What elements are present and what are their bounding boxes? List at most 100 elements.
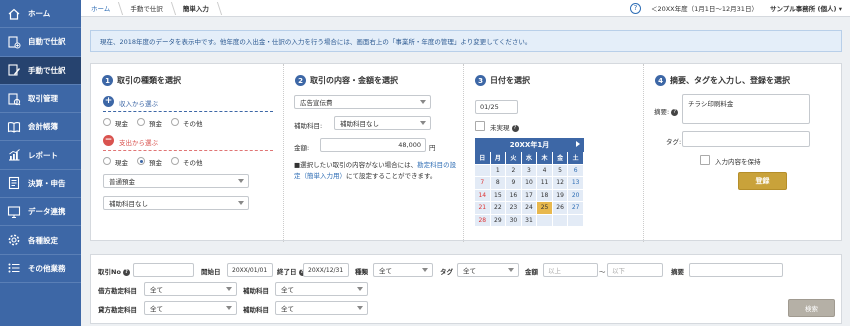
calendar-day[interactable]: 15 (490, 189, 507, 202)
calendar-day[interactable]: 23 (506, 202, 522, 215)
calendar-header: 20XX年1月 (475, 138, 584, 152)
income-radio-other[interactable] (171, 118, 179, 126)
year-selector[interactable]: ＜20XX年度（1月1日〜12月31日） (651, 3, 758, 13)
calendar-day[interactable]: 30 (506, 214, 522, 227)
sidebar-item-manual-journal[interactable]: 手動で仕訳 (0, 56, 81, 85)
sidebar-item-auto-journal[interactable]: 自動で仕訳 (0, 28, 81, 57)
calendar-day[interactable]: 9 (506, 177, 522, 190)
help-icon[interactable]: ? (629, 2, 641, 14)
calendar-day[interactable]: 17 (521, 189, 538, 202)
credit-account-select[interactable]: 全て (144, 301, 237, 315)
income-radio-deposit[interactable] (137, 118, 145, 126)
expense-radio-other[interactable] (171, 157, 179, 165)
sidebar-item-label: 各種設定 (28, 235, 58, 245)
breadcrumb-home[interactable]: ホーム (81, 0, 120, 17)
sidebar-item-other-tasks[interactable]: その他業務 (0, 255, 81, 283)
sidebar-item-settings[interactable]: 各種設定 (0, 226, 81, 255)
sidebar-item-label: 手動で仕訳 (28, 65, 66, 75)
calendar-day[interactable]: 4 (537, 164, 553, 177)
amount-max-input[interactable]: 以下 (607, 263, 663, 277)
search-button[interactable]: 検索 (788, 299, 835, 317)
income-radio-cash[interactable] (103, 118, 111, 126)
content-select[interactable]: 広告宣伝費 (294, 95, 431, 109)
type-select[interactable]: 全て (373, 263, 433, 277)
auto-journal-icon (6, 35, 22, 49)
next-month-icon[interactable] (576, 141, 580, 147)
end-date-input[interactable]: 20XX/12/31 (303, 263, 349, 277)
tag-select-value: 全て (463, 267, 476, 275)
calendar-day[interactable]: 25 (537, 202, 553, 215)
calendar-day[interactable]: 20 (568, 189, 584, 202)
calendar-day[interactable]: 18 (537, 189, 553, 202)
debit-sub-select[interactable]: 全て (275, 282, 368, 296)
tag-label-text: タグ: (666, 138, 682, 146)
start-date-input[interactable]: 20XX/01/01 (227, 263, 273, 277)
office-selector[interactable]: サンプル事務所 (個人) ▾ (770, 3, 842, 13)
sub-select[interactable]: 補助科目なし (334, 116, 431, 130)
tag-input[interactable] (682, 131, 810, 147)
weekday-label: 月 (490, 152, 507, 165)
calendar-day[interactable]: 29 (490, 214, 507, 227)
unrealized-checkbox[interactable] (475, 121, 485, 131)
calendar-day[interactable]: 16 (506, 189, 522, 202)
calendar-empty-cell (552, 214, 569, 227)
keep-input-checkbox[interactable] (700, 155, 710, 165)
memo-input[interactable]: チラシ印刷料金 (682, 94, 810, 124)
expense-option-other: その他 (183, 159, 203, 167)
filter-memo-input[interactable] (689, 263, 783, 277)
expense-minus-icon[interactable]: − (103, 135, 114, 146)
chevron-down-icon (508, 268, 514, 272)
calendar-day[interactable]: 8 (490, 177, 507, 190)
calendar-day[interactable]: 3 (521, 164, 538, 177)
amount-input[interactable]: 48,000 (320, 138, 426, 152)
account-select[interactable]: 普通預金 (103, 174, 249, 188)
breadcrumb-manual-journal[interactable]: 手動で仕訳 (120, 0, 173, 17)
sidebar-item-ledger[interactable]: 会計帳簿 (0, 113, 81, 142)
calendar-day[interactable]: 28 (475, 214, 491, 227)
income-plus-icon[interactable]: + (103, 96, 114, 107)
unrealized-label: 未実現? (490, 122, 519, 132)
amount-min-input[interactable]: 以上 (543, 263, 598, 277)
help-icon[interactable]: ? (671, 108, 679, 116)
sub-account-select[interactable]: 補助科目なし (103, 196, 249, 210)
expense-radio-deposit[interactable] (137, 157, 145, 165)
income-label[interactable]: 収入から選ぶ (119, 98, 158, 108)
sidebar-item-report[interactable]: レポート (0, 141, 81, 170)
tag-select[interactable]: 全て (457, 263, 519, 277)
date-input[interactable]: 01/25 (475, 100, 518, 114)
calendar-week: 14 15 16 17 18 19 20 (475, 189, 584, 202)
calendar-day[interactable]: 6 (568, 164, 584, 177)
step3-title-text: 日付を選択 (490, 76, 530, 85)
register-button[interactable]: 登録 (738, 172, 787, 190)
help-icon[interactable]: ? (511, 124, 519, 132)
credit-sub-select[interactable]: 全て (275, 301, 368, 315)
calendar-day[interactable]: 1 (490, 164, 507, 177)
expense-label[interactable]: 支出から選ぶ (119, 137, 158, 147)
calendar-day[interactable]: 21 (475, 202, 491, 215)
calendar-day[interactable]: 11 (537, 177, 553, 190)
sidebar-item-data-link[interactable]: データ連携 (0, 198, 81, 227)
debit-account-select[interactable]: 全て (144, 282, 237, 296)
calendar-day[interactable]: 31 (521, 214, 538, 227)
calendar-day[interactable]: 24 (521, 202, 538, 215)
content-select-value: 広告宣伝費 (300, 99, 333, 107)
calendar-day[interactable]: 7 (475, 177, 491, 190)
chevron-down-icon (238, 179, 244, 183)
sidebar-item-settlement[interactable]: 決算・申告 (0, 170, 81, 199)
calendar-day[interactable]: 12 (552, 177, 569, 190)
step1-section: 1 取引の種類を選択 + 収入から選ぶ 現金 預金 その他 − 支出から選ぶ 現金… (91, 64, 283, 242)
calendar-day[interactable]: 5 (552, 164, 569, 177)
expense-radio-cash[interactable] (103, 157, 111, 165)
help-icon[interactable]: ? (122, 268, 130, 276)
calendar-day[interactable]: 27 (568, 202, 584, 215)
sidebar-item-transactions[interactable]: 取引管理 (0, 85, 81, 114)
calendar-day[interactable]: 26 (552, 202, 569, 215)
calendar-day[interactable]: 13 (568, 177, 584, 190)
calendar-day[interactable]: 14 (475, 189, 491, 202)
calendar-day[interactable]: 10 (521, 177, 538, 190)
txn-no-input[interactable] (133, 263, 194, 277)
calendar-day[interactable]: 19 (552, 189, 569, 202)
calendar-day[interactable]: 22 (490, 202, 507, 215)
sidebar-item-home[interactable]: ホーム (0, 0, 81, 29)
calendar-day[interactable]: 2 (506, 164, 522, 177)
